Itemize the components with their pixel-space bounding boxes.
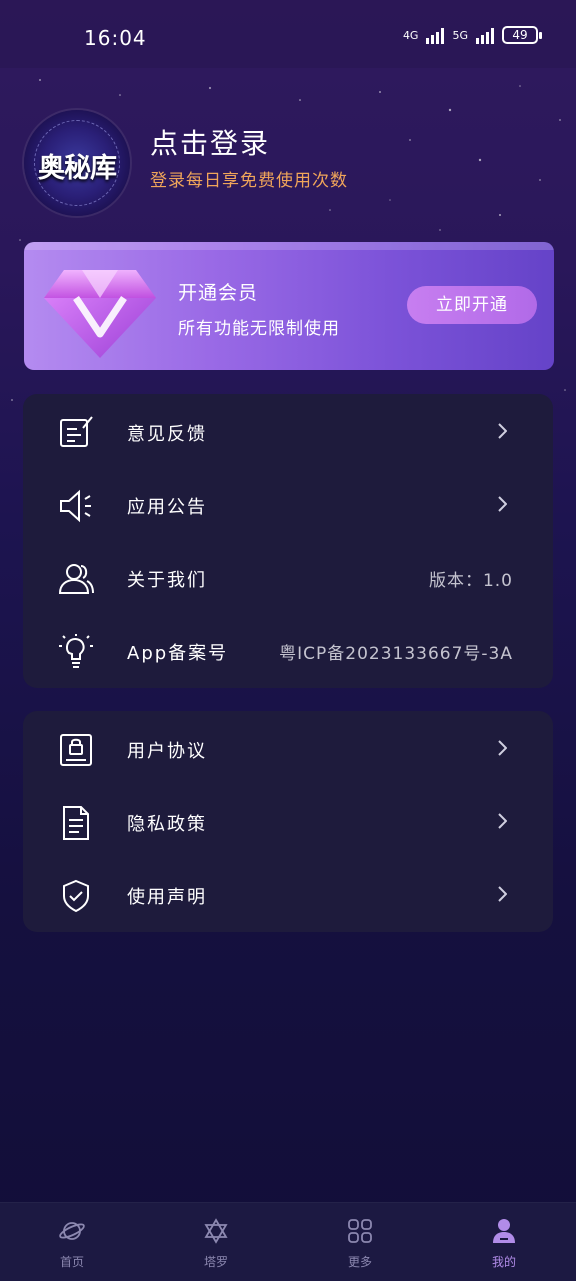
login-title[interactable]: 点击登录	[150, 122, 270, 162]
network-4g-label: 4G	[402, 28, 419, 42]
nav-label: 更多	[347, 1255, 372, 1269]
status-time: 16:04	[84, 26, 147, 50]
nav-label: 塔罗	[203, 1255, 228, 1269]
menu-item-label: 使用声明	[127, 887, 207, 908]
menu-item-usage-statement[interactable]: 使用声明	[23, 859, 553, 931]
avatar[interactable]: 奥秘库	[24, 110, 130, 216]
profile-icon	[493, 1219, 515, 1243]
login-subtitle: 登录每日享免费使用次数	[150, 171, 348, 191]
nav-label: 首页	[59, 1255, 84, 1269]
chevron-right-icon	[498, 740, 507, 756]
diamond-icon	[44, 270, 156, 358]
vip-subtitle: 所有功能无限制使用	[178, 319, 340, 339]
chevron-right-icon	[498, 813, 507, 829]
menu-item-label: 意见反馈	[127, 424, 207, 445]
star-of-david-icon	[204, 1218, 228, 1244]
menu-item-label: 关于我们	[127, 570, 207, 591]
agreement-icon	[60, 734, 92, 766]
bottom-navigation: 首页 塔罗 更多 我的	[0, 1202, 576, 1281]
chevron-right-icon	[498, 886, 507, 902]
chevron-right-icon	[498, 423, 507, 439]
menu-group-legal: 用户协议 隐私政策 使用声明	[23, 711, 553, 932]
grid-icon	[348, 1219, 372, 1243]
speaker-icon	[60, 489, 91, 523]
nav-tab-tarot[interactable]: 塔罗	[144, 1203, 288, 1281]
planet-icon	[59, 1222, 85, 1240]
activate-vip-button[interactable]: 立即开通	[407, 286, 537, 324]
network-5g-label: 5G	[452, 28, 468, 42]
menu-item-label: 应用公告	[127, 497, 207, 518]
users-icon	[58, 564, 94, 594]
battery-level: 49	[512, 28, 528, 42]
menu-item-label: 隐私政策	[127, 814, 207, 835]
nav-tab-home[interactable]: 首页	[0, 1203, 144, 1281]
signal-icon	[426, 26, 445, 44]
menu-item-feedback[interactable]: 意见反馈	[23, 396, 553, 468]
icp-record-value: 粤ICP备2023133667号-3A	[279, 644, 513, 664]
lightbulb-icon	[59, 634, 93, 668]
app-version-value: 版本：1.0	[428, 571, 513, 591]
menu-item-label: 用户协议	[127, 741, 207, 762]
vip-title: 开通会员	[178, 282, 259, 304]
menu-group-info: 意见反馈 应用公告 关于我们 版本：1.0 App备案号 粤ICP备202313…	[23, 394, 553, 688]
battery-icon: 49	[502, 26, 542, 44]
vip-membership-card[interactable]: 开通会员 所有功能无限制使用 立即开通	[24, 242, 554, 370]
status-bar: 16:04 4G 5G 49	[0, 0, 576, 68]
nav-label: 我的	[491, 1255, 516, 1269]
menu-item-label: App备案号	[127, 643, 229, 664]
menu-item-icp-record[interactable]: App备案号 粤ICP备2023133667号-3A	[23, 615, 553, 687]
nav-tab-mine[interactable]: 我的	[432, 1203, 576, 1281]
menu-item-about[interactable]: 关于我们 版本：1.0	[23, 542, 553, 614]
menu-item-privacy-policy[interactable]: 隐私政策	[23, 786, 553, 858]
signal-icon	[476, 26, 494, 44]
menu-item-user-agreement[interactable]: 用户协议	[23, 713, 553, 785]
avatar-logo-text: 奥秘库	[38, 153, 117, 184]
feedback-icon	[60, 416, 93, 447]
shield-check-icon	[63, 879, 89, 913]
nav-tab-more[interactable]: 更多	[288, 1203, 432, 1281]
menu-item-announcement[interactable]: 应用公告	[23, 469, 553, 541]
status-indicators: 4G 5G 49	[402, 26, 542, 44]
document-icon	[63, 806, 89, 840]
chevron-right-icon	[498, 496, 507, 512]
